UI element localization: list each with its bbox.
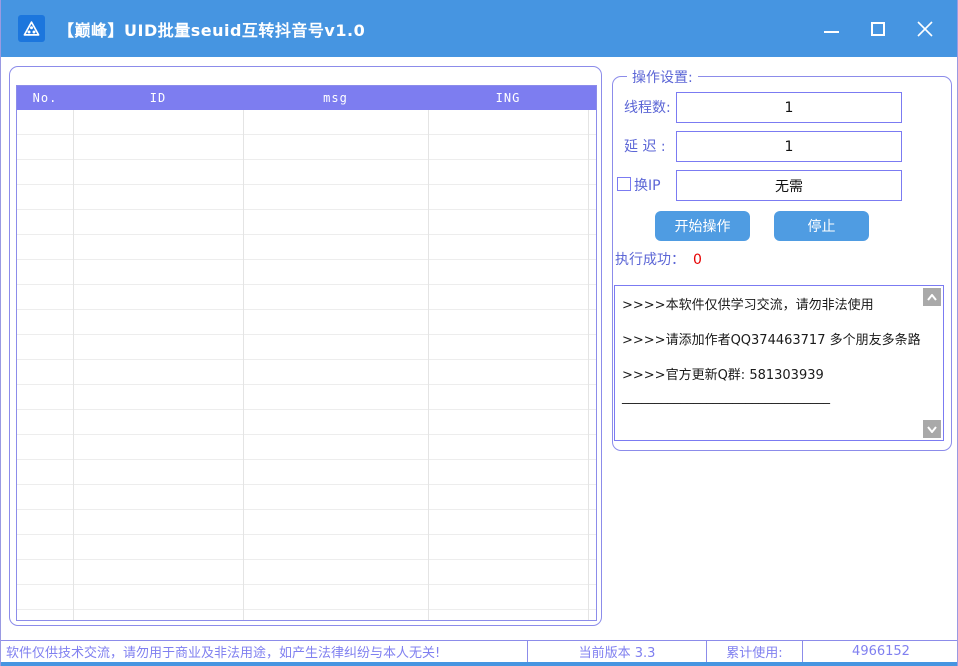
- change-ip-input[interactable]: [676, 170, 902, 201]
- column-header-ing[interactable]: ING: [428, 86, 588, 110]
- log-line: >>>>官方更新Q群: 581303939: [622, 358, 917, 393]
- column-divider: [73, 110, 74, 621]
- close-icon: [916, 20, 934, 38]
- status-usage-label: 累计使用:: [707, 641, 803, 662]
- status-usage-count: 4966152: [803, 641, 958, 662]
- change-ip-checkbox[interactable]: [617, 177, 631, 191]
- column-divider: [428, 110, 429, 621]
- statusbar: 软件仅供技术交流，请勿用于商业及非法用途，如产生法律纠纷与本人无关! 当前版本 …: [1, 640, 958, 662]
- status-disclaimer: 软件仅供技术交流，请勿用于商业及非法用途，如产生法律纠纷与本人无关!: [1, 641, 528, 662]
- status-version: 当前版本 3.3: [528, 641, 707, 662]
- thread-count-input[interactable]: [676, 92, 902, 123]
- listview-header: No. ID msg ING: [17, 86, 596, 110]
- log-line-underline: ________________________________: [622, 393, 917, 403]
- chevron-down-icon: [927, 426, 937, 433]
- log-textbox[interactable]: >>>>本软件仅供学习交流，请勿非法使用 >>>>请添加作者QQ37446371…: [614, 285, 944, 441]
- window-bottom-border: [1, 662, 958, 666]
- success-count: 0: [693, 252, 702, 268]
- minimize-icon: [824, 31, 839, 33]
- minimize-button[interactable]: [821, 19, 841, 39]
- aardio-logo-icon: [18, 15, 45, 42]
- maximize-icon: [871, 22, 885, 36]
- column-divider: [243, 110, 244, 621]
- settings-groupbox: 操作设置: 线程数: 延 迟 : 换IP 开始操作 停止 执行成功：0 >>>>…: [612, 76, 952, 451]
- column-header-no[interactable]: No.: [17, 86, 73, 110]
- column-divider: [588, 110, 589, 621]
- delay-label: 延 迟 :: [624, 137, 666, 157]
- column-header-filler: [588, 86, 596, 110]
- column-header-msg[interactable]: msg: [243, 86, 428, 110]
- thread-count-label: 线程数:: [624, 98, 671, 118]
- log-scrollbar[interactable]: [922, 287, 942, 439]
- result-listview[interactable]: No. ID msg ING: [16, 85, 597, 621]
- app-window: 【巅峰】UID批量seuid互转抖音号v1.0 No. ID msg I: [0, 0, 958, 666]
- groupbox-legend: 操作设置:: [627, 67, 698, 87]
- log-line: >>>>请添加作者QQ374463717 多个朋友多条路: [622, 323, 917, 358]
- log-line: >>>>本软件仅供学习交流，请勿非法使用: [622, 288, 917, 323]
- maximize-button[interactable]: [868, 19, 888, 39]
- scroll-up-button[interactable]: [923, 288, 941, 306]
- success-label: 执行成功：: [615, 252, 685, 268]
- titlebar[interactable]: 【巅峰】UID批量seuid互转抖音号v1.0: [1, 0, 957, 57]
- change-ip-label: 换IP: [634, 176, 661, 196]
- chevron-up-icon: [927, 294, 937, 301]
- column-header-id[interactable]: ID: [73, 86, 243, 110]
- start-operation-button[interactable]: 开始操作: [655, 211, 750, 241]
- delay-input[interactable]: [676, 131, 902, 162]
- window-title: 【巅峰】UID批量seuid互转抖音号v1.0: [58, 17, 365, 41]
- stop-button[interactable]: 停止: [774, 211, 869, 241]
- scroll-down-button[interactable]: [923, 420, 941, 438]
- listview-body-empty[interactable]: [17, 110, 596, 621]
- result-list-panel: No. ID msg ING: [9, 66, 602, 626]
- close-button[interactable]: [915, 19, 935, 39]
